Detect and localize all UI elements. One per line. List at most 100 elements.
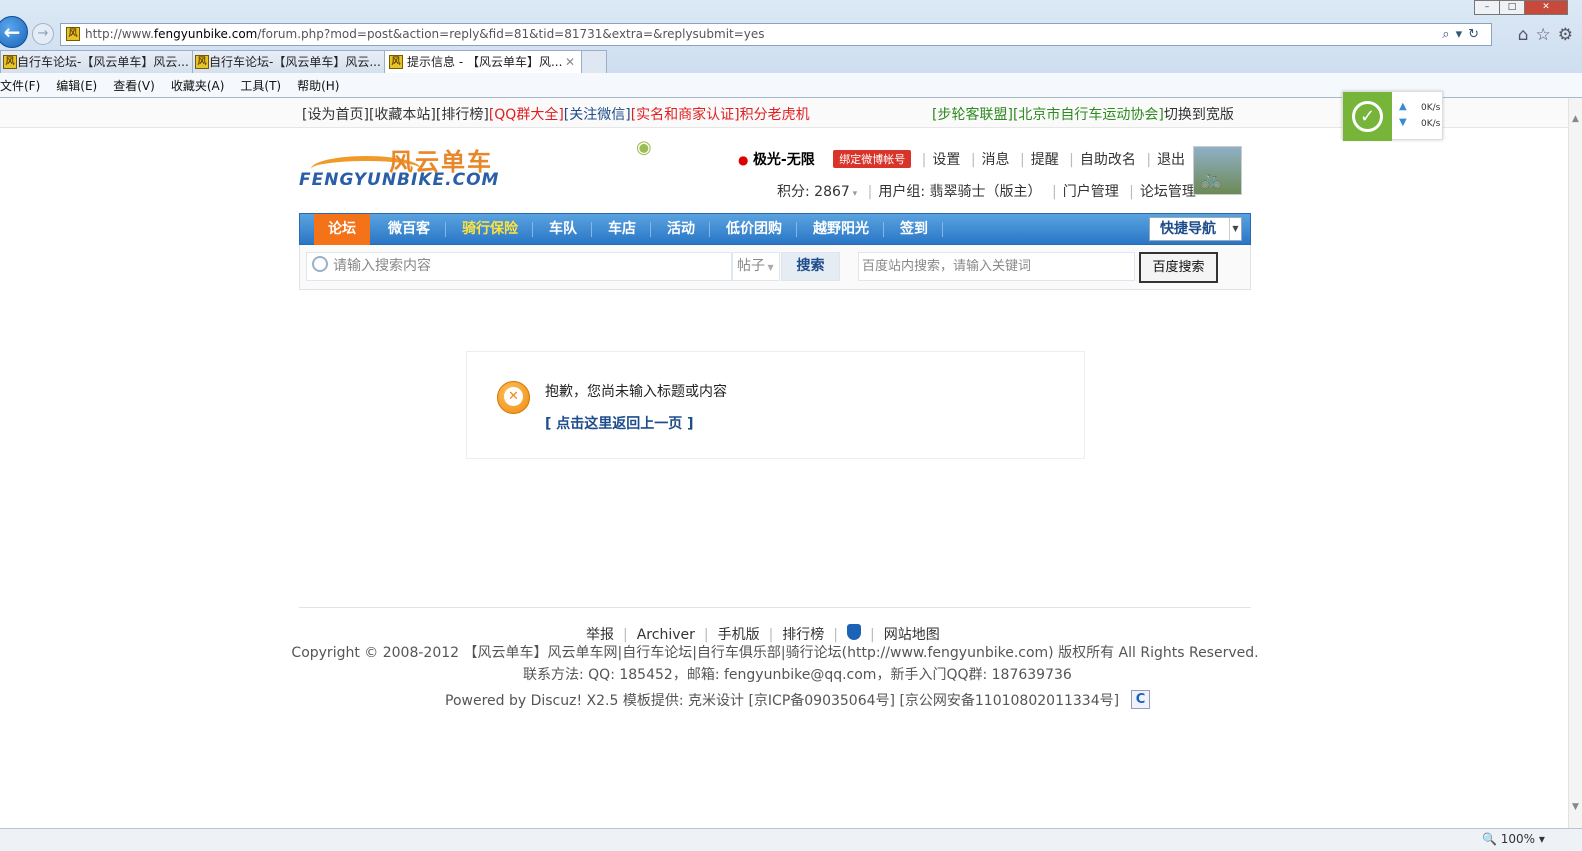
page-scrollbar[interactable]: ▲ ▼ <box>1568 98 1582 828</box>
search-bar: 请输入搜索内容 帖子 ▼ 搜索 百度站内搜索，请输入关键词 百度搜索 <box>299 245 1251 290</box>
new-tab-button[interactable] <box>581 50 607 73</box>
user-link-settings[interactable]: 设置 <box>932 152 960 168</box>
search-type-select[interactable]: 帖子 ▼ <box>732 252 780 281</box>
user-link-rename[interactable]: 自助改名 <box>1080 152 1136 168</box>
topbar-right-link-1[interactable]: [北京市自行车运动协会] <box>1013 107 1164 123</box>
separator: | <box>1069 152 1074 168</box>
search-placeholder: 请输入搜索内容 <box>333 258 431 274</box>
scroll-up-icon[interactable]: ▲ <box>1572 114 1579 124</box>
footer-link-sitemap[interactable]: 网站地图 <box>884 627 940 643</box>
nav-item-group-buy[interactable]: 低价团购 <box>726 214 782 245</box>
username[interactable]: 极光-无限 <box>753 152 815 168</box>
nav-item-shops[interactable]: 车店 <box>608 214 636 245</box>
network-speed-widget[interactable]: ✓ ▲ ▼ 0K/s 0K/s <box>1342 91 1443 141</box>
topbar-link-6[interactable]: 积分老虎机 <box>740 107 810 123</box>
nav-item-events[interactable]: 活动 <box>667 214 695 245</box>
nav-item-offroad[interactable]: 越野阳光 <box>813 214 869 245</box>
tab-label: 自行车论坛-【风云单车】风云... <box>17 55 189 69</box>
minimize-icon[interactable]: – <box>1474 0 1500 15</box>
chevron-down-icon: ▼ <box>1229 218 1241 240</box>
search-input[interactable]: 请输入搜索内容 <box>306 252 732 281</box>
menu-file[interactable]: 文件(F) <box>0 77 40 94</box>
topbar-link-3[interactable]: [QQ群大全] <box>489 107 564 123</box>
topbar-right-links: [步轮客联盟][北京市自行车运动协会]切换到宽版 <box>932 104 1234 124</box>
tab-1[interactable]: 风自行车论坛-【风云单车】风云... <box>0 50 193 73</box>
error-icon: ✕ <box>497 381 530 414</box>
search-button[interactable]: 搜索 <box>781 252 840 281</box>
tab-2[interactable]: 风自行车论坛-【风云单车】风云... <box>192 50 385 73</box>
separator: | <box>1146 152 1152 168</box>
forward-button[interactable]: → <box>32 23 54 45</box>
forum-admin-link[interactable]: 论坛管理 <box>1140 184 1196 200</box>
contact-text: 联系方法: QQ: 185452，邮箱: fengyunbike@qq.com，… <box>523 667 1072 683</box>
footer-link-ranking[interactable]: 排行榜 <box>782 627 824 643</box>
separator: | <box>703 627 709 643</box>
nav-item-insurance[interactable]: 骑行保险 <box>462 214 518 245</box>
site-logo[interactable]: 风云单车 FENGYUNBIKE.COM <box>299 140 519 190</box>
tab-3-active[interactable]: 风提示信息 - 【风云单车】风... ✕ <box>384 50 582 73</box>
topbar-link-1[interactable]: [收藏本站] <box>369 107 436 123</box>
nav-item-teams[interactable]: 车队 <box>549 214 577 245</box>
upload-arrow-icon: ▲ <box>1399 101 1407 112</box>
nav-item-wiki[interactable]: 微百客 <box>388 214 430 245</box>
nav-divider <box>591 222 592 237</box>
error-x: ✕ <box>504 387 523 406</box>
stats-badge-icon[interactable]: C <box>1131 690 1151 709</box>
baidu-search-button[interactable]: 百度搜索 <box>1139 252 1218 283</box>
topbar-right-link-0[interactable]: [步轮客联盟] <box>932 107 1013 123</box>
speed-widget-check: ✓ <box>1343 92 1392 141</box>
tab-close-icon[interactable]: ✕ <box>565 51 575 73</box>
topbar-link-0[interactable]: [设为首页] <box>302 107 369 123</box>
back-button[interactable]: ← <box>0 16 28 48</box>
zoom-value: 100% <box>1500 832 1536 846</box>
separator: | <box>870 627 875 643</box>
portal-admin-link[interactable]: 门户管理 <box>1063 184 1119 200</box>
maximize-icon[interactable]: □ <box>1499 0 1525 15</box>
user-points[interactable]: 积分: 2867 <box>777 184 850 200</box>
nav-divider <box>709 222 710 237</box>
upload-speed: 0K/s <box>1421 103 1441 113</box>
user-link-logout[interactable]: 退出 <box>1157 152 1185 168</box>
go-back-link[interactable]: [ 点击这里返回上一页 ] <box>545 413 694 433</box>
site-topbar: [设为首页][收藏本站][排行榜][QQ群大全][关注微信][实名和商家认证]积… <box>0 98 1568 128</box>
user-group[interactable]: 用户组: 翡翠骑士（版主） <box>878 184 1041 200</box>
menu-tools[interactable]: 工具(T) <box>240 77 281 94</box>
user-link-notices[interactable]: 提醒 <box>1031 152 1059 168</box>
nav-item-checkin[interactable]: 签到 <box>900 214 928 245</box>
scroll-down-icon[interactable]: ▼ <box>1572 802 1579 812</box>
user-link-messages[interactable]: 消息 <box>982 152 1010 168</box>
tab-label: 自行车论坛-【风云单车】风云... <box>209 55 381 69</box>
chevron-down-icon: ▾ <box>849 189 858 199</box>
menu-view[interactable]: 查看(V) <box>113 77 155 94</box>
shield-icon[interactable] <box>847 624 862 640</box>
qq-penguin-icon: ● <box>738 153 749 167</box>
chevron-down-icon: ▼ <box>765 263 774 272</box>
nav-item-forum[interactable]: 论坛 <box>314 214 370 245</box>
address-bar[interactable]: 风 http://www.fengyunbike.com/forum.php?m… <box>60 23 1492 46</box>
zoom-level[interactable]: 🔍 100% ▾ <box>1482 832 1545 846</box>
menu-edit[interactable]: 编辑(E) <box>56 77 97 94</box>
topbar-link-2[interactable]: [排行榜] <box>436 107 489 123</box>
close-icon[interactable]: ✕ <box>1524 0 1568 15</box>
separator: | <box>768 627 774 643</box>
topbar-right-link-2[interactable]: 切换到宽版 <box>1164 107 1234 123</box>
menu-help[interactable]: 帮助(H) <box>297 77 339 94</box>
bind-weibo-button[interactable]: 绑定微博帐号 <box>833 150 912 168</box>
powered-by: Powered by Discuz! X2.5 模板提供: 克米设计 [京ICP… <box>445 690 1151 710</box>
topbar-link-4[interactable]: [关注微信] <box>564 107 631 123</box>
footer-link-report[interactable]: 举报 <box>586 627 614 643</box>
footer-link-archiver[interactable]: Archiver <box>637 627 695 643</box>
bicycle-icon: 🚲 <box>1200 169 1223 190</box>
tab-strip: 风自行车论坛-【风云单车】风云... 风自行车论坛-【风云单车】风云... 风提… <box>0 50 607 73</box>
baidu-search-input[interactable]: 百度站内搜索，请输入关键词 <box>858 252 1135 281</box>
separator: | <box>1129 184 1134 200</box>
home-star-gear-icons[interactable]: ⌂☆⚙ <box>1518 25 1580 45</box>
quick-nav-button[interactable]: 快捷导航 ▼ <box>1149 217 1242 241</box>
address-search-refresh-icons[interactable]: ⌕▾↻ <box>1442 24 1485 45</box>
footer-link-mobile[interactable]: 手机版 <box>718 627 760 643</box>
browser-chrome: – □ ✕ ← → 风 http://www.fengyunbike.com/f… <box>0 0 1582 98</box>
avatar[interactable]: 🚲 <box>1193 146 1242 195</box>
topbar-link-5[interactable]: [实名和商家认证] <box>631 107 740 123</box>
menu-favorites[interactable]: 收藏夹(A) <box>171 77 225 94</box>
search-type-label: 帖子 <box>737 258 765 274</box>
